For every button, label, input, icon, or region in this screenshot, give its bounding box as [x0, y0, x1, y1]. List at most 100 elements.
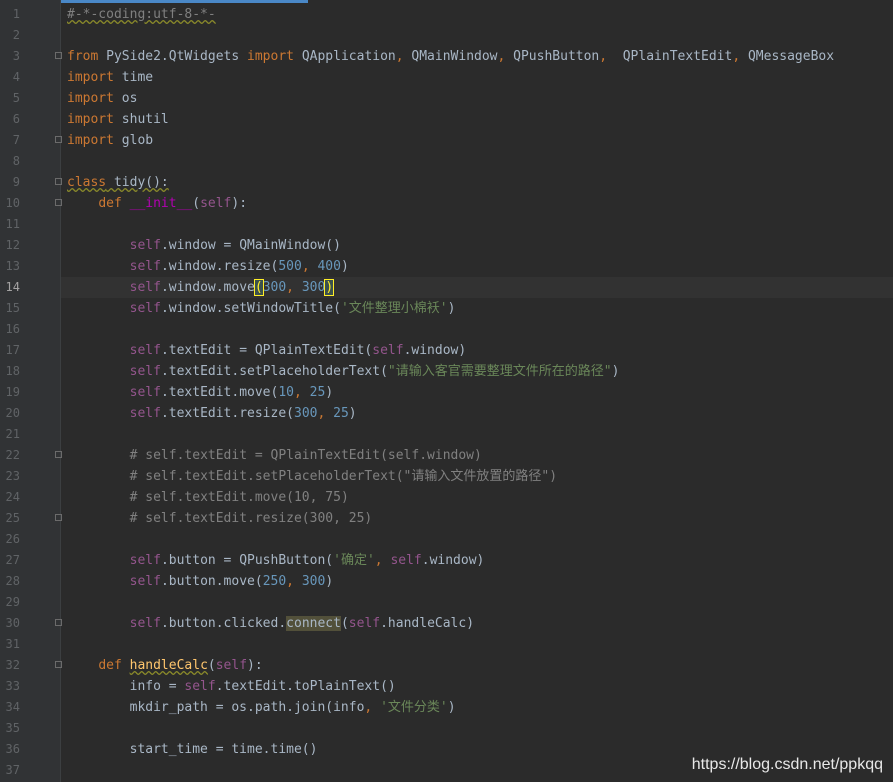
code-token: .window = QMainWindow() [160, 238, 341, 253]
code-token: .handleCalc) [380, 616, 475, 631]
fold-marker-icon[interactable] [55, 178, 62, 185]
code-token: , [599, 49, 608, 64]
code-line[interactable]: 26 [6, 529, 893, 550]
code-token: self [215, 658, 248, 673]
code-token: time [113, 70, 154, 85]
line-number: 3 [12, 49, 20, 63]
code-text: import shutil [67, 109, 169, 130]
code-line[interactable]: 20 self.textEdit.resize(300, 25) [6, 403, 893, 424]
code-line[interactable]: 34 mkdir_path = os.path.join(info, '文件分类… [6, 697, 893, 718]
code-token: self [129, 238, 161, 253]
code-line[interactable]: 16 [6, 319, 893, 340]
code-token: import [67, 91, 114, 106]
fold-marker-icon[interactable] [55, 52, 62, 59]
code-text: def __init__(self): [67, 193, 247, 214]
line-number: 17 [5, 343, 20, 357]
fold-marker-icon[interactable] [55, 136, 62, 143]
code-token: '文件分类' [380, 700, 448, 715]
code-token: QPlainTextEdit [607, 49, 733, 64]
line-number: 21 [5, 427, 20, 441]
code-line[interactable]: 21 [6, 424, 893, 445]
code-text: import time [67, 67, 153, 88]
code-line[interactable]: 8 [13, 151, 893, 172]
code-line[interactable]: 2 [13, 25, 893, 46]
code-text: # self.textEdit.move(10, 75) [67, 487, 349, 508]
code-token: import [247, 49, 294, 64]
code-token: .button.move( [160, 574, 263, 589]
code-token: , [317, 406, 334, 421]
code-line[interactable]: 10 def __init__(self): [6, 193, 893, 214]
line-number: 36 [5, 742, 20, 756]
code-token: # self.textEdit = QPlainTextEdit(self.wi… [129, 448, 482, 463]
code-token: self [372, 343, 404, 358]
code-token: .textEdit.setPlaceholderText( [160, 364, 388, 379]
fold-marker-icon[interactable] [55, 199, 62, 206]
code-line[interactable]: 3 from PySide2.QtWidgets import QApplicat… [13, 46, 893, 67]
code-line[interactable]: 5 import os [13, 88, 893, 109]
code-token: self [129, 301, 161, 316]
code-token: self [129, 385, 161, 400]
code-line[interactable]: 32 def handleCalc(self): [6, 655, 893, 676]
code-line[interactable]: 22 # self.textEdit = QPlainTextEdit(self… [6, 445, 893, 466]
code-line[interactable]: 15 self.window.setWindowTitle('文件整理小棉袄') [6, 298, 893, 319]
code-line[interactable]: 25 # self.textEdit.resize(300, 25) [6, 508, 893, 529]
code-line[interactable]: 27 self.button = QPushButton('确定', self.… [6, 550, 893, 571]
code-token: QMessageBox [740, 49, 835, 64]
fold-marker-icon[interactable] [55, 661, 62, 668]
code-line[interactable]: 29 [6, 592, 893, 613]
code-token: start_time = time.time() [67, 742, 318, 757]
code-line[interactable]: 9 class tidy(): [13, 172, 893, 193]
code-token: .textEdit = QPlainTextEdit( [160, 343, 373, 358]
line-number: 27 [5, 553, 20, 567]
code-line[interactable]: 17 self.textEdit = QPlainTextEdit(self.w… [6, 340, 893, 361]
code-text: # self.textEdit = QPlainTextEdit(self.wi… [67, 445, 482, 466]
code-token: __init__ [129, 196, 193, 211]
code-line[interactable]: 19 self.textEdit.move(10, 25) [6, 382, 893, 403]
code-area[interactable]: 1 #-*-coding:utf-8-*- 2 3 from PySide2.QtWid… [6, 4, 893, 782]
code-token: ) [611, 364, 620, 379]
code-line[interactable]: 35 [6, 718, 893, 739]
code-token: handleCalc [129, 658, 208, 673]
code-line[interactable]: 1 #-*-coding:utf-8-*- [13, 4, 893, 25]
line-number: 13 [5, 259, 20, 273]
code-token: ) [348, 406, 357, 421]
code-line[interactable]: 11 [6, 214, 893, 235]
code-line[interactable]: 6 import shutil [13, 109, 893, 130]
line-number: 11 [5, 217, 20, 231]
code-token: .window.resize( [160, 259, 279, 274]
code-line[interactable]: 33 info = self.textEdit.toPlainText() [6, 676, 893, 697]
code-token: connect [286, 616, 341, 631]
code-token: .textEdit.toPlainText() [215, 679, 396, 694]
code-text: mkdir_path = os.path.join(info, '文件分类') [67, 697, 456, 718]
code-token: .window) [421, 553, 485, 568]
code-line[interactable]: 18 self.textEdit.setPlaceholderText("请输入… [6, 361, 893, 382]
code-line[interactable]: 28 self.button.move(250, 300) [6, 571, 893, 592]
code-line[interactable]: 31 [6, 634, 893, 655]
code-line[interactable]: 30 self.button.clicked.connect(self.hand… [6, 613, 893, 634]
code-line[interactable]: 7 import glob [13, 130, 893, 151]
code-text: self.button.move(250, 300) [67, 571, 334, 592]
code-token: self [129, 259, 161, 274]
code-editor[interactable]: 1 #-*-coding:utf-8-*- 2 3 from PySide2.QtWid… [0, 0, 893, 782]
fold-marker-icon[interactable] [55, 451, 62, 458]
fold-marker-icon[interactable] [55, 514, 62, 521]
code-line[interactable]: 12 self.window = QMainWindow() [6, 235, 893, 256]
fold-marker-icon[interactable] [55, 619, 62, 626]
code-line[interactable]: 23 # self.textEdit.setPlaceholderText("请… [6, 466, 893, 487]
line-number: 10 [5, 196, 20, 210]
code-line[interactable]: 13 self.window.resize(500, 400) [6, 256, 893, 277]
code-line[interactable]: 14 self.window.move(300, 300) [6, 277, 893, 298]
line-number: 26 [5, 532, 20, 546]
code-token: .textEdit.move( [160, 385, 279, 400]
code-token: # self.textEdit.resize(300, 25) [129, 511, 373, 526]
code-text: from PySide2.QtWidgets import QApplicati… [67, 46, 834, 67]
code-line[interactable]: 4 import time [13, 67, 893, 88]
code-token: , [374, 553, 391, 568]
line-number: 15 [5, 301, 20, 315]
code-line[interactable]: 24 # self.textEdit.move(10, 75) [6, 487, 893, 508]
